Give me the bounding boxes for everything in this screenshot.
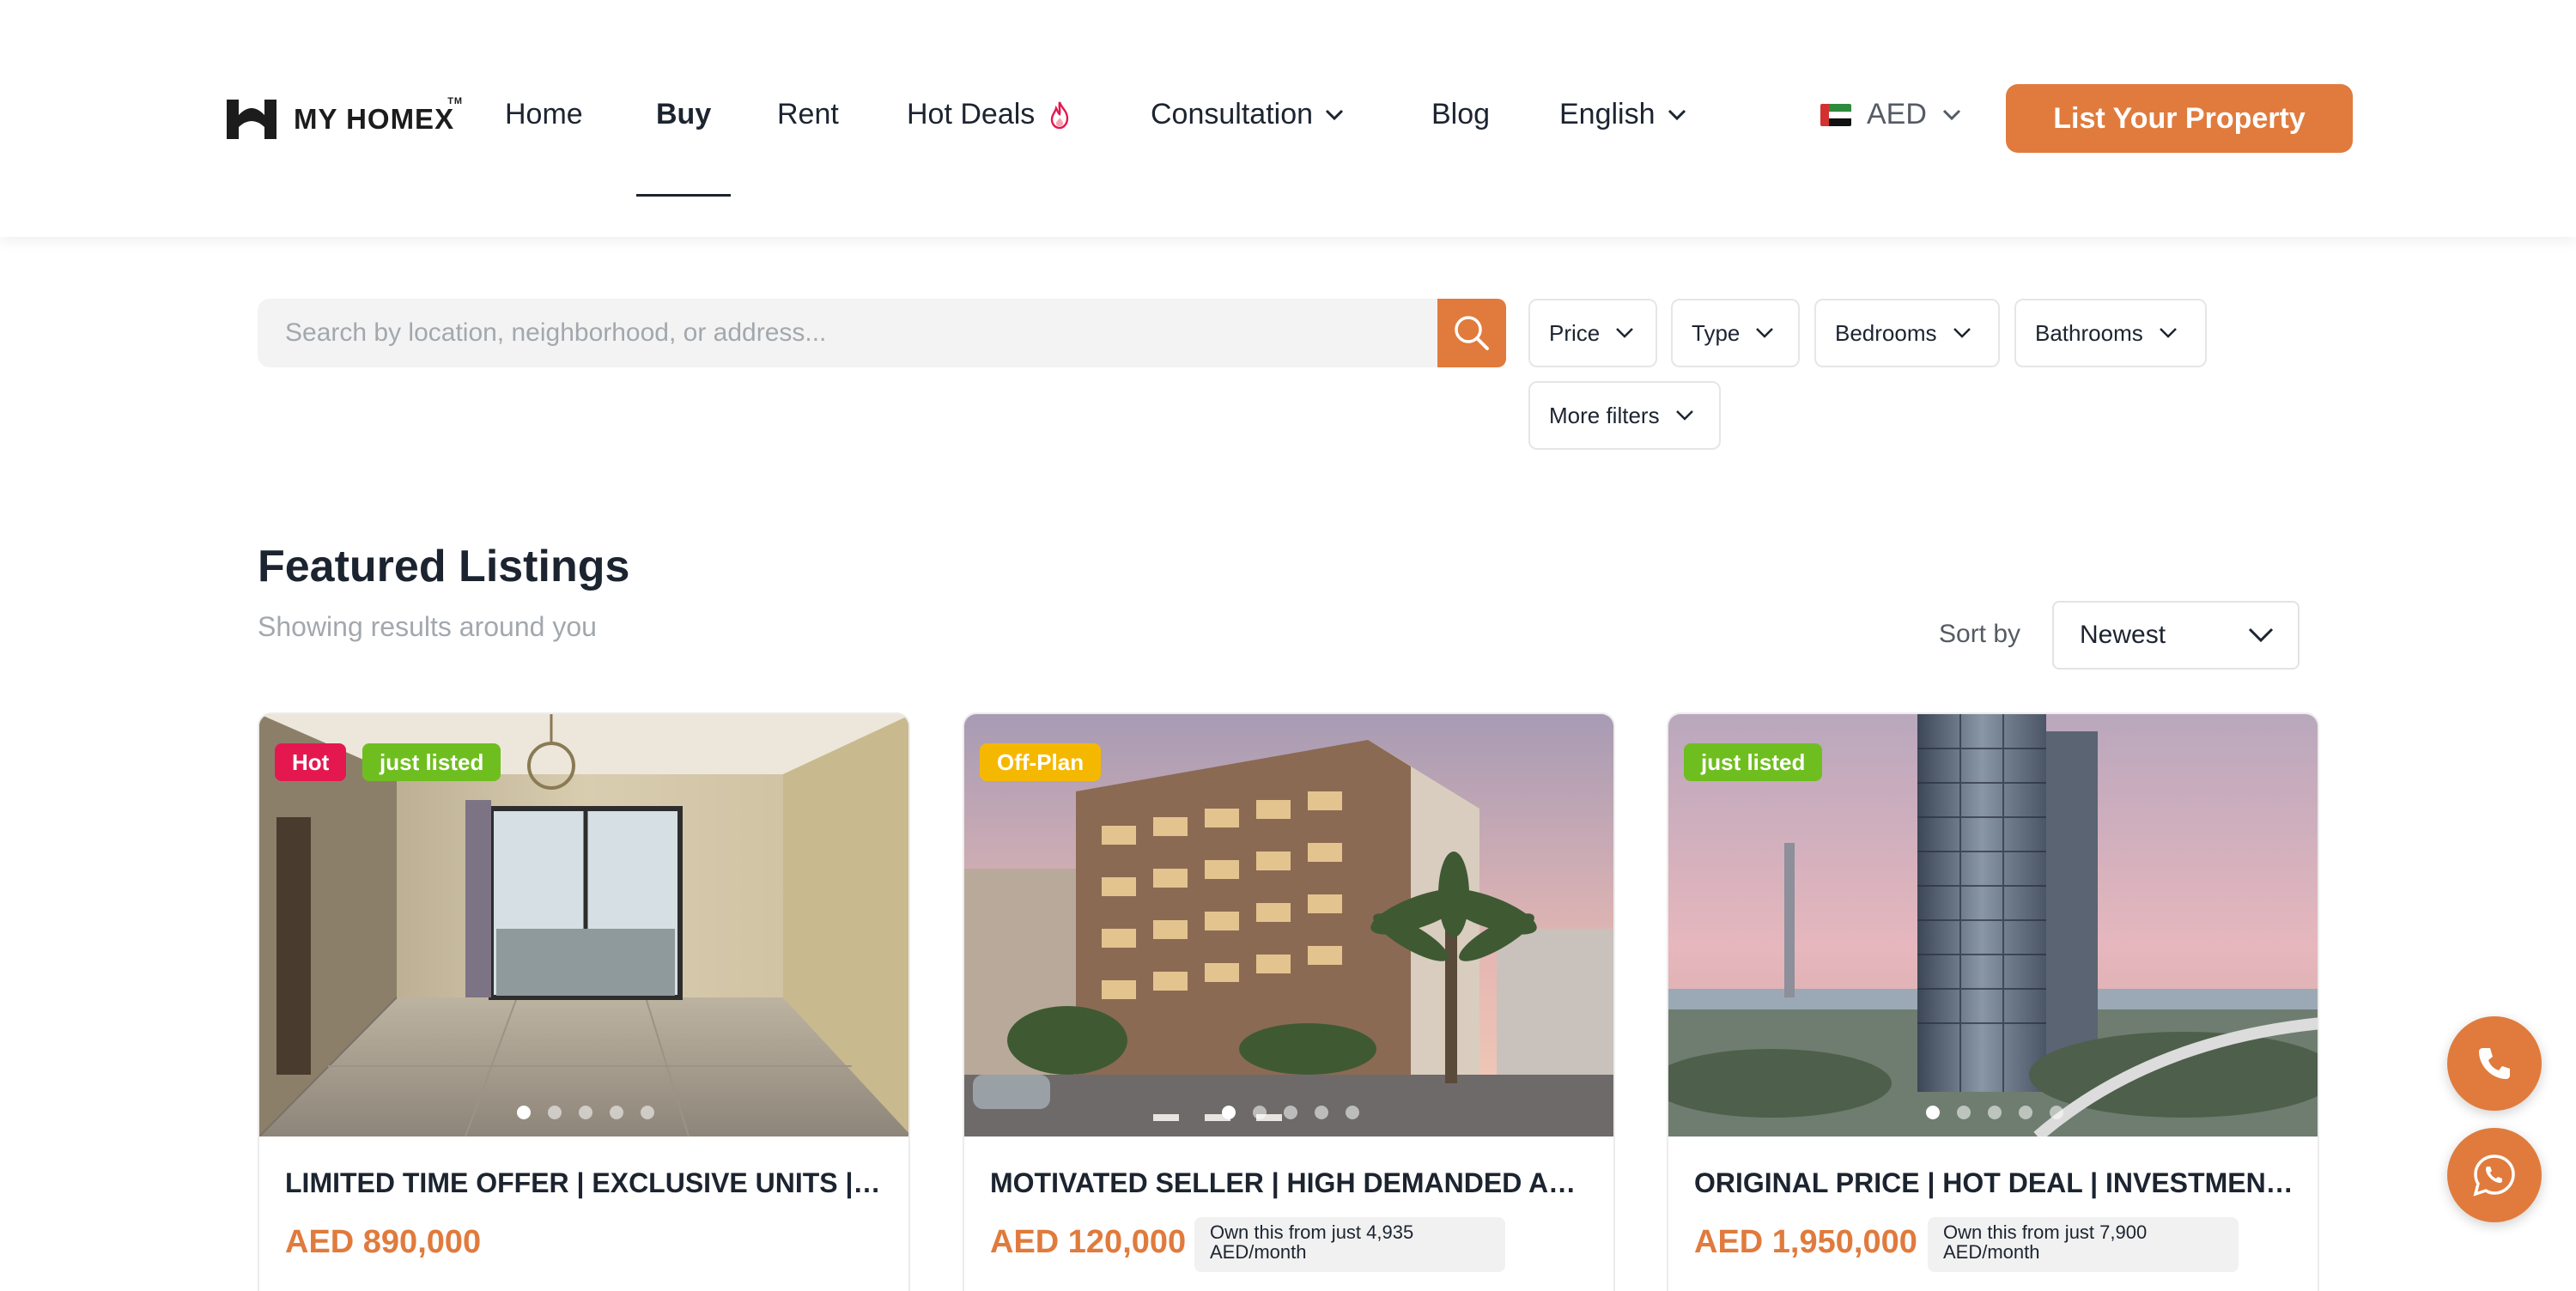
search-icon: [1455, 316, 1489, 350]
listing-title[interactable]: LIMITED TIME OFFER | EXCLUSIVE UNITS | A…: [285, 1167, 886, 1199]
nav-blog[interactable]: Blog: [1431, 98, 1490, 131]
call-button[interactable]: [2447, 1016, 2542, 1111]
filter-bathrooms[interactable]: Bathrooms: [2014, 299, 2207, 367]
listing-title[interactable]: MOTIVATED SELLER | HIGH DEMANDED AREA | …: [990, 1167, 1591, 1199]
language-selector[interactable]: English: [1559, 98, 1686, 131]
chevron-down-icon: [1942, 109, 1960, 120]
filter-more[interactable]: More filters: [1528, 381, 1721, 450]
search-bar: [258, 299, 1439, 367]
carousel-dot[interactable]: [1315, 1106, 1328, 1119]
chevron-down-icon: [1668, 109, 1686, 120]
uae-flag-icon: [1820, 103, 1851, 126]
chevron-down-icon: [1756, 328, 1774, 338]
listing-photo[interactable]: Hot just listed: [259, 714, 908, 1136]
carousel-dots: [259, 1106, 908, 1119]
listing-card[interactable]: Off-Plan MOTIVATED SELLER | HIGH DEMANDE…: [963, 712, 1615, 1291]
listing-price: AED 120,000: [990, 1224, 1187, 1260]
phone-icon: [2479, 1048, 2510, 1079]
currency-code: AED: [1867, 98, 1927, 130]
sort-label: Sort by: [1939, 620, 2021, 648]
nav-hot-deals[interactable]: Hot Deals: [907, 98, 1072, 131]
brand-name: MY HOMEX TM: [294, 96, 464, 135]
nav-consultation[interactable]: Consultation: [1151, 98, 1344, 131]
listing-title[interactable]: ORIGINAL PRICE | HOT DEAL | INVESTMENT O…: [1694, 1167, 2295, 1199]
nav-rent[interactable]: Rent: [777, 98, 839, 131]
sort-select[interactable]: Newest: [2052, 601, 2300, 670]
badge-just-listed: just listed: [1684, 743, 1823, 781]
filter-bedrooms[interactable]: Bedrooms: [1814, 299, 2000, 367]
badge-hot: Hot: [275, 743, 347, 781]
carousel-dot[interactable]: [1222, 1106, 1236, 1119]
carousel-dot[interactable]: [579, 1106, 592, 1119]
badge-off-plan: Off-Plan: [980, 743, 1102, 781]
carousel-dot[interactable]: [1926, 1106, 1940, 1119]
carousel-dot[interactable]: [1253, 1106, 1267, 1119]
carousel-dot[interactable]: [1957, 1106, 1971, 1119]
filter-type[interactable]: Type: [1671, 299, 1800, 367]
listing-price: AED 890,000: [285, 1224, 482, 1260]
mortgage-estimate: Own this from just 4,935 AED/month: [1194, 1217, 1505, 1272]
carousel-dot[interactable]: [641, 1106, 654, 1119]
currency-selector[interactable]: AED: [1820, 98, 1961, 131]
homex-logo-icon: [227, 100, 276, 139]
carousel-dot[interactable]: [2050, 1106, 2063, 1119]
carousel-dots: [964, 1106, 1613, 1119]
site-header: MY HOMEX TM Home Buy Rent Hot Deals Consu…: [0, 0, 2576, 237]
brand-logo[interactable]: MY HOMEX TM: [222, 94, 464, 144]
list-your-property-button[interactable]: List Your Property: [2006, 84, 2353, 153]
flame-icon: [1051, 101, 1069, 129]
filter-price[interactable]: Price: [1528, 299, 1657, 367]
listing-photo[interactable]: just listed: [1668, 714, 2318, 1136]
chevron-down-icon: [1325, 109, 1344, 120]
chevron-down-icon: [1953, 328, 1971, 338]
whatsapp-button[interactable]: [2447, 1128, 2542, 1222]
listing-price: AED 1,950,000: [1694, 1224, 1917, 1260]
mortgage-estimate: Own this from just 7,900 AED/month: [1928, 1217, 2239, 1272]
nav-active-indicator: [636, 194, 731, 197]
carousel-dot[interactable]: [2019, 1106, 2032, 1119]
carousel-dot[interactable]: [517, 1106, 531, 1119]
listing-photo[interactable]: Off-Plan: [964, 714, 1613, 1136]
chevron-down-icon: [2159, 328, 2177, 338]
carousel-dot[interactable]: [1988, 1106, 2002, 1119]
carousel-dot[interactable]: [548, 1106, 562, 1119]
badge-just-listed: just listed: [362, 743, 501, 781]
whatsapp-icon: [2473, 1155, 2515, 1197]
chevron-down-icon: [2248, 627, 2274, 643]
search-input[interactable]: [285, 318, 1439, 348]
carousel-dots: [1668, 1106, 2318, 1119]
section-title: Featured Listings: [258, 542, 630, 591]
carousel-dot[interactable]: [610, 1106, 623, 1119]
carousel-dot[interactable]: [1284, 1106, 1297, 1119]
chevron-down-icon: [1675, 410, 1693, 421]
search-button[interactable]: [1437, 299, 1506, 367]
carousel-dot[interactable]: [1346, 1106, 1359, 1119]
listing-card[interactable]: just listed ORIGINAL PRICE | HOT DEAL | …: [1667, 712, 2319, 1291]
section-subtitle: Showing results around you: [258, 611, 597, 642]
listing-card[interactable]: Hot just listed LIMITED TIME OFFER | EXC…: [258, 712, 910, 1291]
nav-home[interactable]: Home: [505, 98, 583, 131]
chevron-down-icon: [1616, 328, 1634, 338]
nav-buy[interactable]: Buy: [656, 98, 711, 131]
